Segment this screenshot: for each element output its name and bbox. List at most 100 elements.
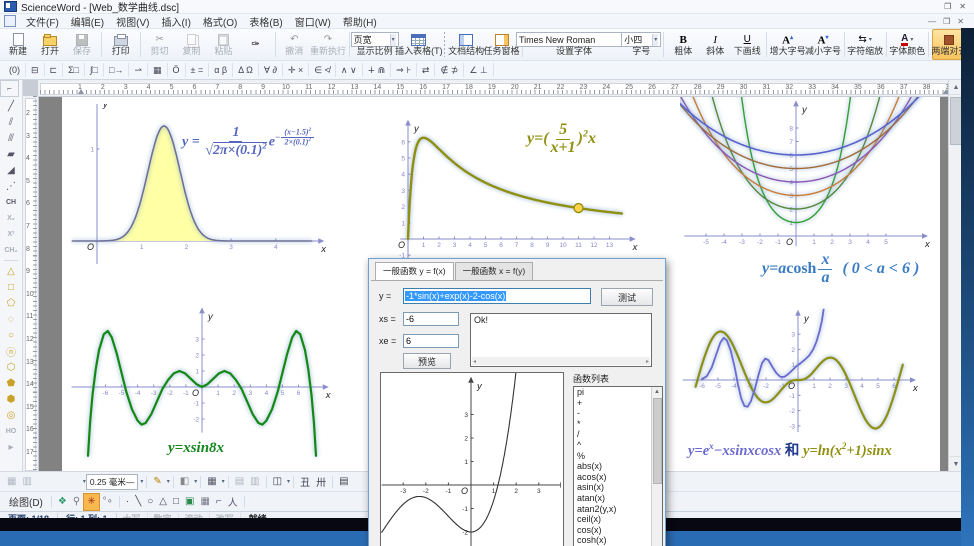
bold-line-tool-icon[interactable]: ▰ [2,146,20,162]
hexagon-shape-tool-icon[interactable]: ⬡ [2,359,20,375]
y-expression-input[interactable]: -1*sin(x)+exp(x)-2-cos(x) [403,288,591,304]
tab-general-function-yfx[interactable]: 一般函数 y = f(x) [375,262,454,280]
function-list-item[interactable]: abs(x) [574,461,652,472]
set-symbols-icon[interactable]: ∈ ≮ [309,63,336,77]
function-list-item[interactable]: cos(x) [574,525,652,536]
scrollbar-thumb[interactable] [653,398,662,484]
doublearrow-symbols-icon[interactable]: ⇄ [417,63,436,77]
function-list-item[interactable]: * [574,419,652,430]
arrow-symbols-icon[interactable]: ⇒ ⊦ [391,63,417,77]
chevron-down-icon[interactable]: ▾ [910,34,913,46]
axis-tool-icon[interactable]: ⌐ [213,494,225,510]
cosh-formula[interactable]: y=acoshxa ( 0 < a < 6 ) [762,252,919,287]
zoom-combo[interactable]: 页宽▾ [351,32,399,47]
open-button[interactable]: 打开 [34,29,66,60]
plot-xsin8x[interactable]: -6-5-4-3-2-1123456-2-1123xyO [70,304,400,471]
pentagon-shape-tool-icon[interactable]: ⬠ [2,295,20,311]
function-list-item[interactable]: atan2(y,x) [574,504,652,515]
chevron-down-icon[interactable]: ▾ [390,34,396,46]
double-line-tool-icon[interactable]: ⫽ [2,114,20,130]
fill-color-icon[interactable]: ◧ [177,474,192,490]
function-list-item[interactable]: ceil(x) [574,514,652,525]
doc-structure-button[interactable]: 文档结构 [448,29,483,60]
menu-1[interactable]: 编辑(E) [65,13,110,30]
format-brush-button[interactable]: ✑ [240,29,272,60]
function-list-item[interactable]: + [574,398,652,409]
sum-template-icon[interactable]: Σ□ [63,63,85,77]
new-button[interactable]: 新建 [2,29,34,60]
grid-template-icon[interactable]: ▦ [148,63,168,77]
cut-button[interactable]: ✂剪切 [144,29,176,60]
menu-7[interactable]: 帮助(H) [337,13,383,30]
greek-lowercase-icon[interactable]: α β [209,63,233,77]
menu-0[interactable]: 文件(F) [20,13,65,30]
task-pane-button[interactable]: 任务窗格 [484,29,519,60]
xs-input[interactable] [403,312,459,326]
vector-template-icon[interactable]: □→ [104,63,129,77]
font-family-button[interactable]: Times New Roman▾设置字体 [526,29,622,60]
accent-template-icon[interactable]: Ö [168,63,186,77]
chevron-down-icon[interactable]: ▾ [140,478,143,485]
font-size-combo[interactable]: 小四▾ [621,32,661,47]
chem-sub-tool-icon[interactable]: CH₂ [2,242,20,258]
table-mini-2-icon[interactable]: ▥ [19,474,34,490]
function-list-item[interactable]: asin(x) [574,482,652,493]
triangle-tool-icon[interactable]: △ [156,494,170,510]
greek-uppercase-icon[interactable]: Δ Ω [233,63,259,77]
draw-menu-button[interactable]: 绘图(D) [4,494,48,509]
brackets-template-icon[interactable]: (0) [4,63,26,77]
copy-button[interactable]: 复制 [176,29,208,60]
save-button[interactable]: 保存 [66,29,98,60]
undo-button[interactable]: ↶撤消 [278,29,310,60]
tab-selector-corner[interactable]: ⌐ [0,80,19,97]
function-list-item[interactable]: % [574,451,652,462]
exp-ln-formula[interactable]: y=ex−xsinxcosx 和 y=ln(x2+1)sinx [688,439,892,460]
subscript-tool-icon[interactable]: X₂ [2,210,20,226]
gaussian-formula[interactable]: y = 1√2π×(0.1)2e−(x−1.5)22×(0.1)2 [182,126,315,159]
geometry-symbols-icon[interactable]: ∠ ⊥ [464,63,493,77]
function-list-item[interactable]: pi [574,387,652,398]
maximize-button[interactable]: ❐ [944,2,951,11]
borders-icon[interactable]: ▦ [204,474,219,490]
operator-symbols-icon[interactable]: ✛ × [283,63,309,77]
horizontal-ruler[interactable]: 1234567891011121314151617181920212223242… [38,80,950,97]
grid-image-tool-icon[interactable]: ▦ [197,494,212,510]
anchor-pin-icon[interactable]: ⚲ [70,494,83,510]
menu-3[interactable]: 插入(I) [155,13,196,30]
menu-4[interactable]: 格式(O) [197,13,243,30]
snap-grid-icon[interactable]: ✳ [83,493,99,511]
rational-formula[interactable]: y=(5x+1)2x [527,122,596,157]
function-list-item[interactable]: / [574,429,652,440]
autofit-table-icon[interactable]: ▤ [336,474,351,490]
integral-template-icon[interactable]: ∫□ [85,63,104,77]
notset-symbols-icon[interactable]: ∉ ⊅ [435,63,464,77]
chem-group-tool-icon[interactable]: CH [2,194,20,210]
draw-format-icon[interactable]: ❖ [55,494,70,510]
chevron-down-icon[interactable]: ▾ [167,478,170,485]
split-cells-icon[interactable]: ▥ [247,474,262,490]
menu-2[interactable]: 视图(V) [110,13,155,30]
paste-button[interactable]: 粘贴 [208,29,240,60]
chevron-down-icon[interactable]: ▾ [222,478,225,485]
bold-button[interactable]: B粗体 [667,29,699,60]
dot-tool-icon[interactable]: · [123,494,132,510]
cell-align-icon[interactable]: ◫ [270,474,285,490]
font-family-combo[interactable]: Times New Roman▾ [516,32,632,47]
grow-font-button[interactable]: A▴增大字号 [770,29,805,60]
vertical-ruler[interactable]: 23456789101112131415161718 [22,96,39,471]
pen-color-icon[interactable]: ✎ [150,474,164,490]
circle-shape-tool-icon[interactable]: ○ [2,327,20,343]
list-scrollbar[interactable]: ▲ [651,387,662,546]
fraction-template-icon[interactable]: ⊟ [26,63,45,77]
function-list-item[interactable]: - [574,408,652,419]
distribute-rows-icon[interactable]: 丑 [297,474,313,490]
misc-operators-icon[interactable]: ∔ ⋒ [363,63,392,77]
scroll-up-icon[interactable]: ▲ [652,387,662,397]
ellipse-tool-icon[interactable]: ○ [144,494,156,510]
logic-symbols-icon[interactable]: ∀ ∂ [259,63,283,77]
line-tool-icon[interactable]: ╲ [132,494,144,510]
rotate-handle-icon[interactable]: °∘ [100,494,116,510]
char-scale-button[interactable]: ⇆▾字符缩放 [847,29,882,60]
image-tool-icon[interactable]: ▣ [182,494,197,510]
insert-table-button[interactable]: 插入表格(T) [397,29,441,60]
